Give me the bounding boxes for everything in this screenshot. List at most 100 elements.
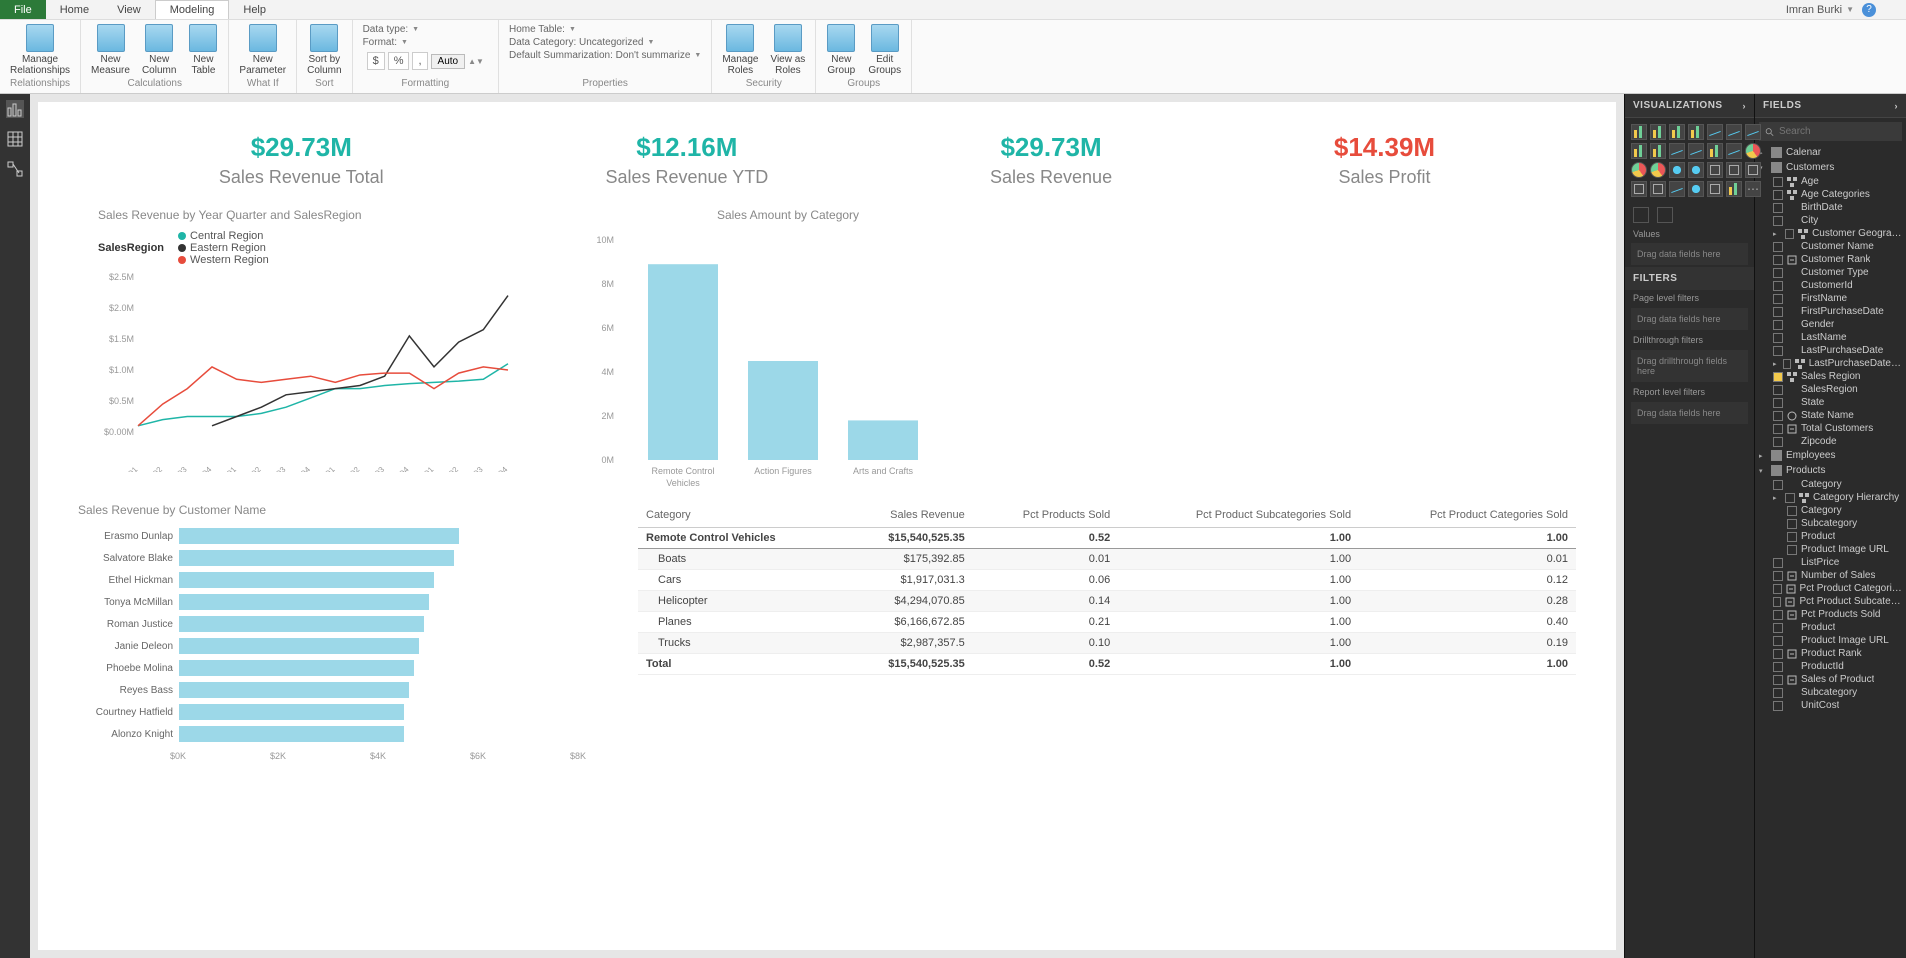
viz-type-icon[interactable] [1726, 124, 1742, 140]
viz-type-icon[interactable] [1631, 124, 1647, 140]
field-checkbox[interactable] [1773, 623, 1783, 633]
field-item[interactable]: LastName [1755, 331, 1906, 344]
field-checkbox[interactable] [1773, 480, 1783, 490]
legend-item[interactable]: Central Region [178, 230, 269, 242]
viz-type-icon[interactable] [1631, 162, 1647, 178]
menu-file[interactable]: File [0, 0, 46, 19]
field-item[interactable]: CustomerId [1755, 279, 1906, 292]
viz-type-icon[interactable] [1669, 124, 1685, 140]
chevron-right-icon[interactable]: › [1895, 101, 1899, 111]
viz-type-icon[interactable] [1745, 162, 1761, 178]
field-item[interactable]: State Name [1755, 409, 1906, 422]
viz-type-icon[interactable] [1650, 162, 1666, 178]
field-item[interactable]: Age Categories [1755, 188, 1906, 201]
field-checkbox[interactable] [1773, 437, 1783, 447]
field-item[interactable]: ProductId [1755, 660, 1906, 673]
field-checkbox[interactable] [1773, 424, 1783, 434]
field-table[interactable]: ▾Products [1755, 463, 1906, 478]
field-checkbox[interactable] [1787, 519, 1797, 529]
chevron-right-icon[interactable]: › [1743, 101, 1747, 111]
col-header[interactable]: Category [638, 503, 843, 528]
table-row[interactable]: Cars$1,917,031.30.061.000.12 [638, 570, 1576, 591]
field-checkbox[interactable] [1785, 493, 1795, 503]
viz-type-icon[interactable] [1707, 162, 1723, 178]
field-item[interactable]: ▸Category Hierarchy [1755, 491, 1906, 504]
kpi-card[interactable]: $29.73MSales Revenue [990, 132, 1112, 188]
new-column-button[interactable]: New Column [138, 22, 180, 78]
field-item[interactable]: Product Image URL [1755, 634, 1906, 647]
field-checkbox[interactable] [1785, 229, 1795, 239]
field-sub-item[interactable]: Product Image URL [1755, 543, 1906, 556]
percent-button[interactable]: % [388, 52, 410, 70]
viz-type-icon[interactable] [1688, 143, 1704, 159]
sort-by-column-button[interactable]: Sort by Column [303, 22, 345, 78]
help-icon[interactable]: ? [1862, 3, 1876, 17]
field-checkbox[interactable] [1773, 688, 1783, 698]
table-row[interactable]: Remote Control Vehicles$15,540,525.350.5… [638, 528, 1576, 549]
viz-type-icon[interactable] [1650, 124, 1666, 140]
report-filters-dropzone[interactable]: Drag data fields here [1631, 402, 1748, 424]
viz-type-icon[interactable] [1707, 124, 1723, 140]
manage-roles-button[interactable]: Manage Roles [718, 22, 762, 78]
col-header[interactable]: Pct Product Subcategories Sold [1118, 503, 1359, 528]
viz-type-icon[interactable] [1669, 162, 1685, 178]
viz-type-icon[interactable] [1631, 181, 1647, 197]
viz-type-icon[interactable] [1707, 143, 1723, 159]
nav-report-icon[interactable] [6, 100, 24, 118]
field-item[interactable]: Customer Rank [1755, 253, 1906, 266]
field-table[interactable]: ▸Employees [1755, 448, 1906, 463]
field-checkbox[interactable] [1773, 675, 1783, 685]
currency-button[interactable]: $ [367, 52, 385, 70]
field-sub-item[interactable]: Subcategory [1755, 517, 1906, 530]
field-item[interactable]: FirstName [1755, 292, 1906, 305]
viz-type-icon[interactable] [1726, 181, 1742, 197]
fields-well-tab[interactable] [1633, 207, 1649, 223]
field-checkbox[interactable] [1773, 662, 1783, 672]
field-item[interactable]: Subcategory [1755, 686, 1906, 699]
decimals-auto[interactable]: Auto [431, 54, 466, 69]
field-checkbox[interactable] [1773, 177, 1783, 187]
menu-home[interactable]: Home [46, 0, 103, 19]
line-chart[interactable]: Sales Revenue by Year Quarter and SalesR… [98, 208, 538, 493]
field-item[interactable]: LastPurchaseDate [1755, 344, 1906, 357]
field-item[interactable]: ▸Customer Geography [1755, 227, 1906, 240]
field-item[interactable]: Pct Product Subcategories... [1755, 595, 1906, 608]
legend-item[interactable]: Western Region [178, 254, 269, 266]
viz-type-icon[interactable] [1726, 143, 1742, 159]
chevron-down-icon[interactable]: ▼ [412, 26, 419, 33]
field-checkbox[interactable] [1773, 346, 1783, 356]
field-item[interactable]: SalesRegion [1755, 383, 1906, 396]
menu-modeling[interactable]: Modeling [155, 0, 230, 19]
viewas-roles-button[interactable]: View as Roles [766, 22, 809, 78]
viz-type-icon[interactable] [1707, 181, 1723, 197]
field-checkbox[interactable] [1773, 255, 1783, 265]
kpi-card[interactable]: $14.39MSales Profit [1334, 132, 1435, 188]
col-header[interactable]: Pct Product Categories Sold [1359, 503, 1576, 528]
kpi-card[interactable]: $12.16MSales Revenue YTD [605, 132, 768, 188]
field-item[interactable]: ListPrice [1755, 556, 1906, 569]
field-checkbox[interactable] [1773, 372, 1783, 382]
values-dropzone[interactable]: Drag data fields here [1631, 243, 1748, 265]
format-well-tab[interactable] [1657, 207, 1673, 223]
field-item[interactable]: Sales Region [1755, 370, 1906, 383]
field-checkbox[interactable] [1773, 610, 1783, 620]
report-canvas[interactable]: $29.73MSales Revenue Total$12.16MSales R… [30, 94, 1624, 958]
field-item[interactable]: Product [1755, 621, 1906, 634]
field-item[interactable]: BirthDate [1755, 201, 1906, 214]
page-filters-dropzone[interactable]: Drag data fields here [1631, 308, 1748, 330]
field-item[interactable]: City [1755, 214, 1906, 227]
field-checkbox[interactable] [1773, 411, 1783, 421]
viz-type-icon[interactable] [1688, 181, 1704, 197]
field-checkbox[interactable] [1773, 190, 1783, 200]
menu-help[interactable]: Help [229, 0, 280, 19]
new-measure-button[interactable]: New Measure [87, 22, 134, 78]
nav-data-icon[interactable] [6, 130, 24, 148]
manage-relationships-button[interactable]: Manage Relationships [6, 22, 74, 78]
field-item[interactable]: UnitCost [1755, 699, 1906, 712]
field-item[interactable]: Pct Product Categories Sold [1755, 582, 1906, 595]
hbar-chart[interactable]: Sales Revenue by Customer Name Erasmo Du… [78, 503, 598, 768]
chevron-down-icon[interactable]: ▼ [694, 52, 701, 59]
user-menu[interactable]: Imran Burki ▼ ? [1786, 3, 1876, 17]
field-checkbox[interactable] [1773, 385, 1783, 395]
field-checkbox[interactable] [1773, 294, 1783, 304]
